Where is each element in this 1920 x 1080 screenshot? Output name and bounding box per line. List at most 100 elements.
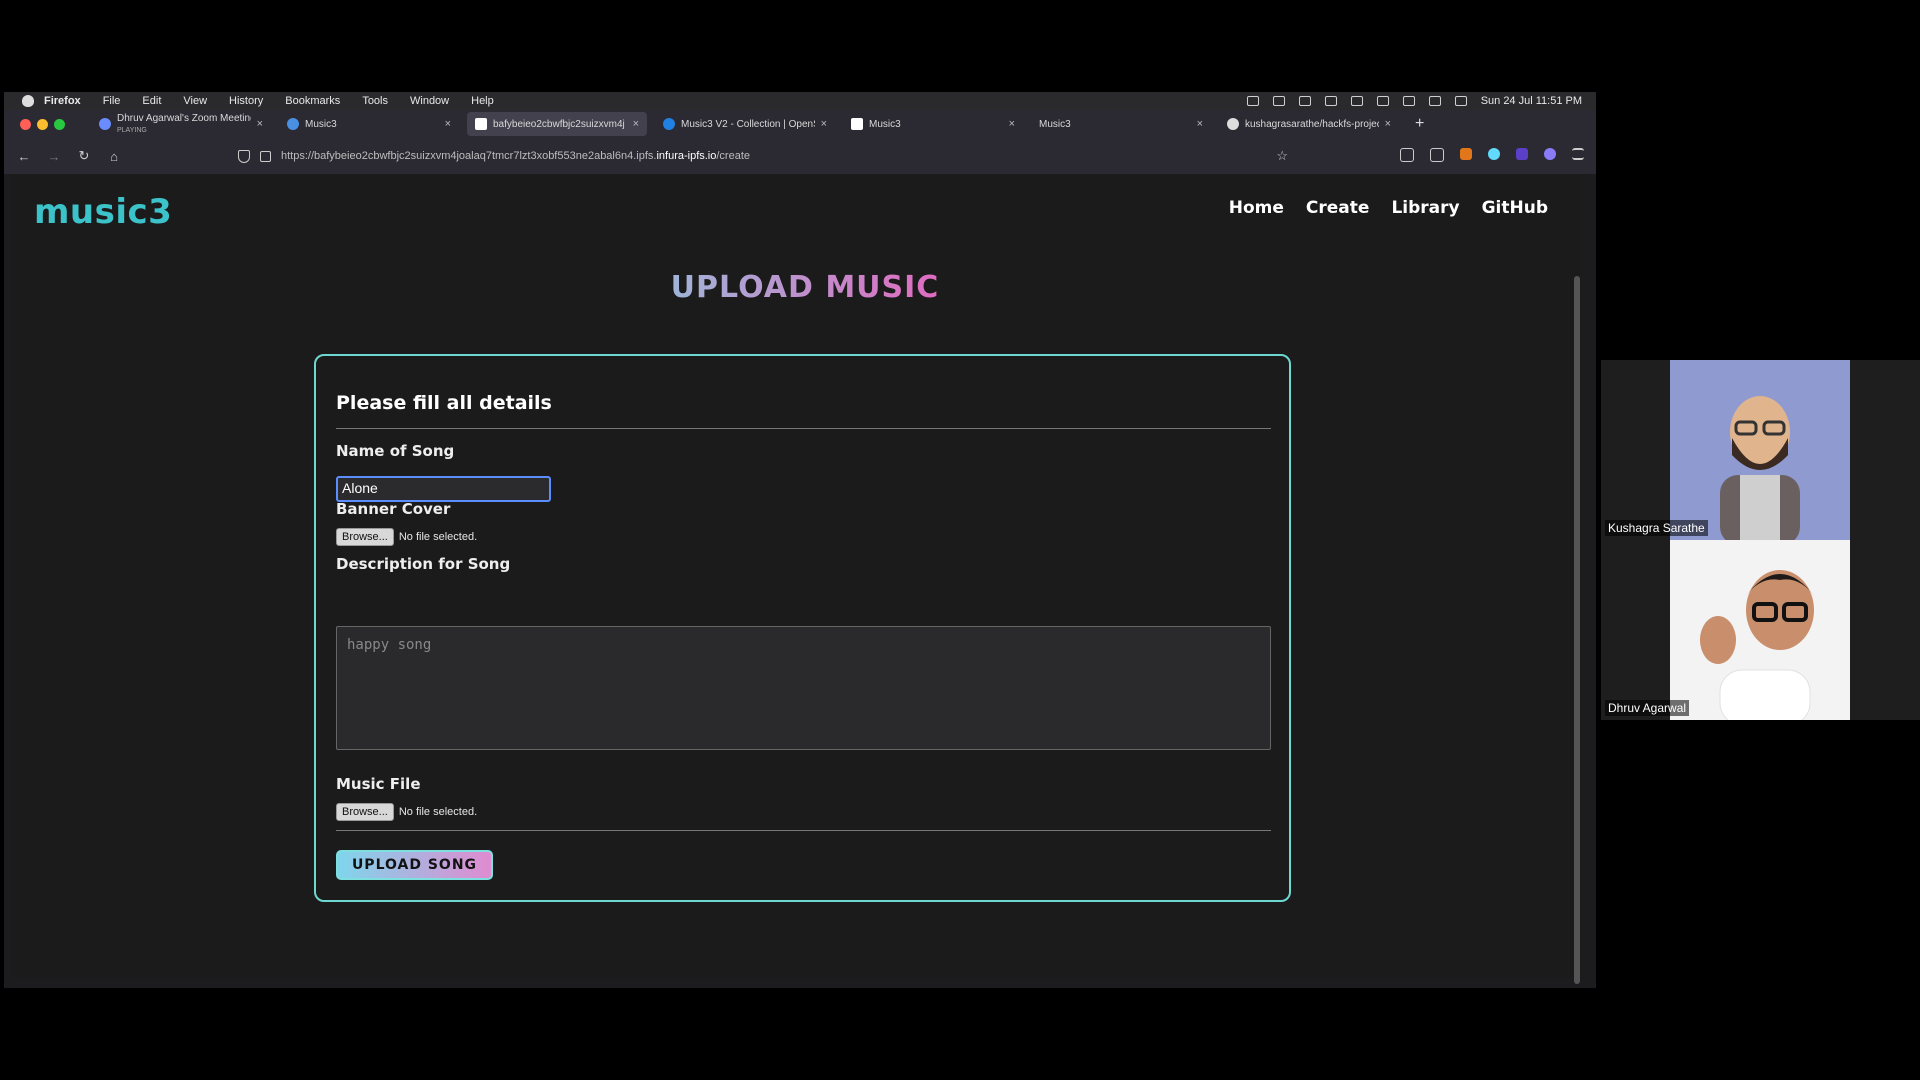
menu-icon[interactable]: [1572, 148, 1584, 160]
apple-icon[interactable]: [22, 95, 34, 107]
close-tab-icon[interactable]: ×: [633, 118, 639, 130]
participant-name: Kushagra Sarathe: [1605, 520, 1708, 536]
menu-view[interactable]: View: [183, 95, 207, 107]
tab-music3[interactable]: Music3 ×: [279, 112, 459, 136]
tab-title-text: Dhruv Agarwal's Zoom Meeting: [117, 113, 251, 124]
banner-browse-button[interactable]: Browse...: [336, 528, 394, 546]
github-icon: [1227, 118, 1239, 130]
menu-app[interactable]: Firefox: [44, 95, 81, 107]
close-tab-icon[interactable]: ×: [1009, 118, 1015, 130]
lock-icon[interactable]: [260, 150, 271, 162]
nav-github[interactable]: GitHub: [1482, 198, 1548, 218]
menubar-clock[interactable]: Sun 24 Jul 11:51 PM: [1481, 95, 1582, 107]
menu-window[interactable]: Window: [410, 95, 449, 107]
url-domain: infura-ipfs.io: [656, 150, 717, 162]
tab-title: kushagrasarathe/hackfs-project: [1245, 118, 1379, 130]
pocket-icon[interactable]: [1400, 148, 1414, 162]
menu-tools[interactable]: Tools: [362, 95, 388, 107]
new-tab-icon[interactable]: +: [1415, 115, 1424, 133]
triangle-icon: [475, 118, 487, 130]
nav-library[interactable]: Library: [1391, 198, 1459, 218]
tab-music3[interactable]: Music3 ×: [1031, 112, 1211, 136]
music-file-input: Browse... No file selected.: [336, 803, 477, 821]
bluetooth-icon[interactable]: [1350, 96, 1363, 106]
password-icon[interactable]: [1298, 96, 1311, 106]
metamask-icon[interactable]: [1460, 148, 1472, 160]
close-tab-icon[interactable]: ×: [821, 118, 827, 130]
tab-title: Music3: [869, 118, 901, 130]
description-textarea[interactable]: happy song: [336, 626, 1271, 750]
forward-icon[interactable]: →: [44, 149, 64, 164]
tab-zoom-meeting[interactable]: Dhruv Agarwal's Zoom Meeting PLAYING ×: [91, 112, 271, 136]
tab-title: Dhruv Agarwal's Zoom Meeting PLAYING: [117, 113, 251, 135]
address-bar[interactable]: https://bafybeieo2cbwfbjc2suizxvm4joalaq…: [238, 146, 1288, 166]
home-icon[interactable]: ⌂: [104, 149, 124, 164]
tab-title: bafybeieo2cbwfbjc2suizxvm4j: [493, 118, 625, 130]
music-browse-button[interactable]: Browse...: [336, 803, 394, 821]
menu-bookmarks[interactable]: Bookmarks: [285, 95, 340, 107]
close-tab-icon[interactable]: ×: [1197, 118, 1203, 130]
tab-ipfs-create[interactable]: bafybeieo2cbwfbjc2suizxvm4j ×: [467, 112, 647, 136]
extension-icon[interactable]: [1516, 148, 1528, 160]
zoom-icon: [99, 118, 111, 130]
screen-share-icon[interactable]: [1246, 96, 1259, 106]
back-icon[interactable]: ←: [14, 149, 34, 164]
description-label: Description for Song: [336, 555, 511, 573]
browser-tab-bar: Dhruv Agarwal's Zoom Meeting PLAYING × Mu…: [4, 110, 1596, 138]
divider: [336, 830, 1271, 831]
song-name-input[interactable]: Alone: [336, 476, 551, 502]
close-tab-icon[interactable]: ×: [257, 118, 263, 130]
participant-video-dhruv[interactable]: [1670, 540, 1850, 720]
shield-icon[interactable]: [238, 149, 250, 163]
page-scrollbar[interactable]: [1574, 276, 1580, 984]
tab-github[interactable]: kushagrasarathe/hackfs-project ×: [1219, 112, 1399, 136]
form-heading: Please fill all details: [336, 392, 552, 414]
banner-file-status: No file selected.: [398, 531, 478, 543]
menubar-status-area: Sun 24 Jul 11:51 PM: [1246, 92, 1582, 110]
tab-opensea[interactable]: Music3 V2 - Collection | OpenS ×: [655, 112, 835, 136]
close-window-icon[interactable]: [20, 118, 31, 130]
brand-logo[interactable]: music3: [34, 192, 172, 232]
minimize-window-icon[interactable]: [37, 118, 48, 130]
page-title-text: UPLOAD MUSIC: [670, 270, 940, 305]
react-devtools-icon[interactable]: [1488, 148, 1500, 160]
battery-icon[interactable]: [1376, 96, 1389, 106]
menu-file[interactable]: File: [103, 95, 121, 107]
profile-icon[interactable]: [1544, 148, 1556, 160]
opensea-icon: [663, 118, 675, 130]
participant-name: Dhruv Agarwal: [1605, 700, 1690, 716]
globe-icon: [287, 118, 299, 130]
participant-video-kushagra[interactable]: [1670, 360, 1850, 540]
close-tab-icon[interactable]: ×: [445, 118, 451, 130]
tab-music3[interactable]: Music3 ×: [843, 112, 1023, 136]
reload-icon[interactable]: ↻: [74, 148, 94, 164]
tab-title: Music3: [1039, 118, 1071, 130]
bookmark-star-icon[interactable]: ☆: [1276, 148, 1288, 164]
maximize-window-icon[interactable]: [54, 118, 65, 130]
url-path: /create: [716, 150, 751, 162]
banner-cover-label: Banner Cover: [336, 500, 451, 518]
menu-help[interactable]: Help: [471, 95, 494, 107]
control-center-icon[interactable]: [1454, 96, 1467, 106]
microphone-icon[interactable]: [1272, 96, 1285, 106]
download-icon[interactable]: [1430, 148, 1444, 162]
song-name-label: Name of Song: [336, 442, 455, 460]
site-nav: Home Create Library GitHub: [1229, 198, 1548, 218]
upload-song-button[interactable]: UPLOAD SONG: [336, 850, 493, 880]
music3-page: music3 Home Create Library GitHub UPLOAD…: [10, 174, 1580, 984]
nav-home[interactable]: Home: [1229, 198, 1284, 218]
menu-history[interactable]: History: [229, 95, 263, 107]
tab-title: Music3: [305, 118, 337, 130]
search-icon[interactable]: [1428, 96, 1441, 106]
tab-playing-badge: PLAYING: [117, 127, 147, 134]
window-controls: [20, 118, 65, 130]
wifi-icon[interactable]: [1402, 96, 1415, 106]
divider: [336, 428, 1271, 429]
nav-create[interactable]: Create: [1306, 198, 1370, 218]
headphones-icon[interactable]: [1324, 96, 1337, 106]
music-file-label: Music File: [336, 775, 421, 793]
desktop-screen: Firefox File Edit View History Bookmarks…: [4, 92, 1596, 988]
menu-edit[interactable]: Edit: [142, 95, 161, 107]
browser-nav-bar: ← → ↻ ⌂ https://bafybeieo2cbwfbjc2suizxv…: [4, 138, 1596, 174]
close-tab-icon[interactable]: ×: [1385, 118, 1391, 130]
